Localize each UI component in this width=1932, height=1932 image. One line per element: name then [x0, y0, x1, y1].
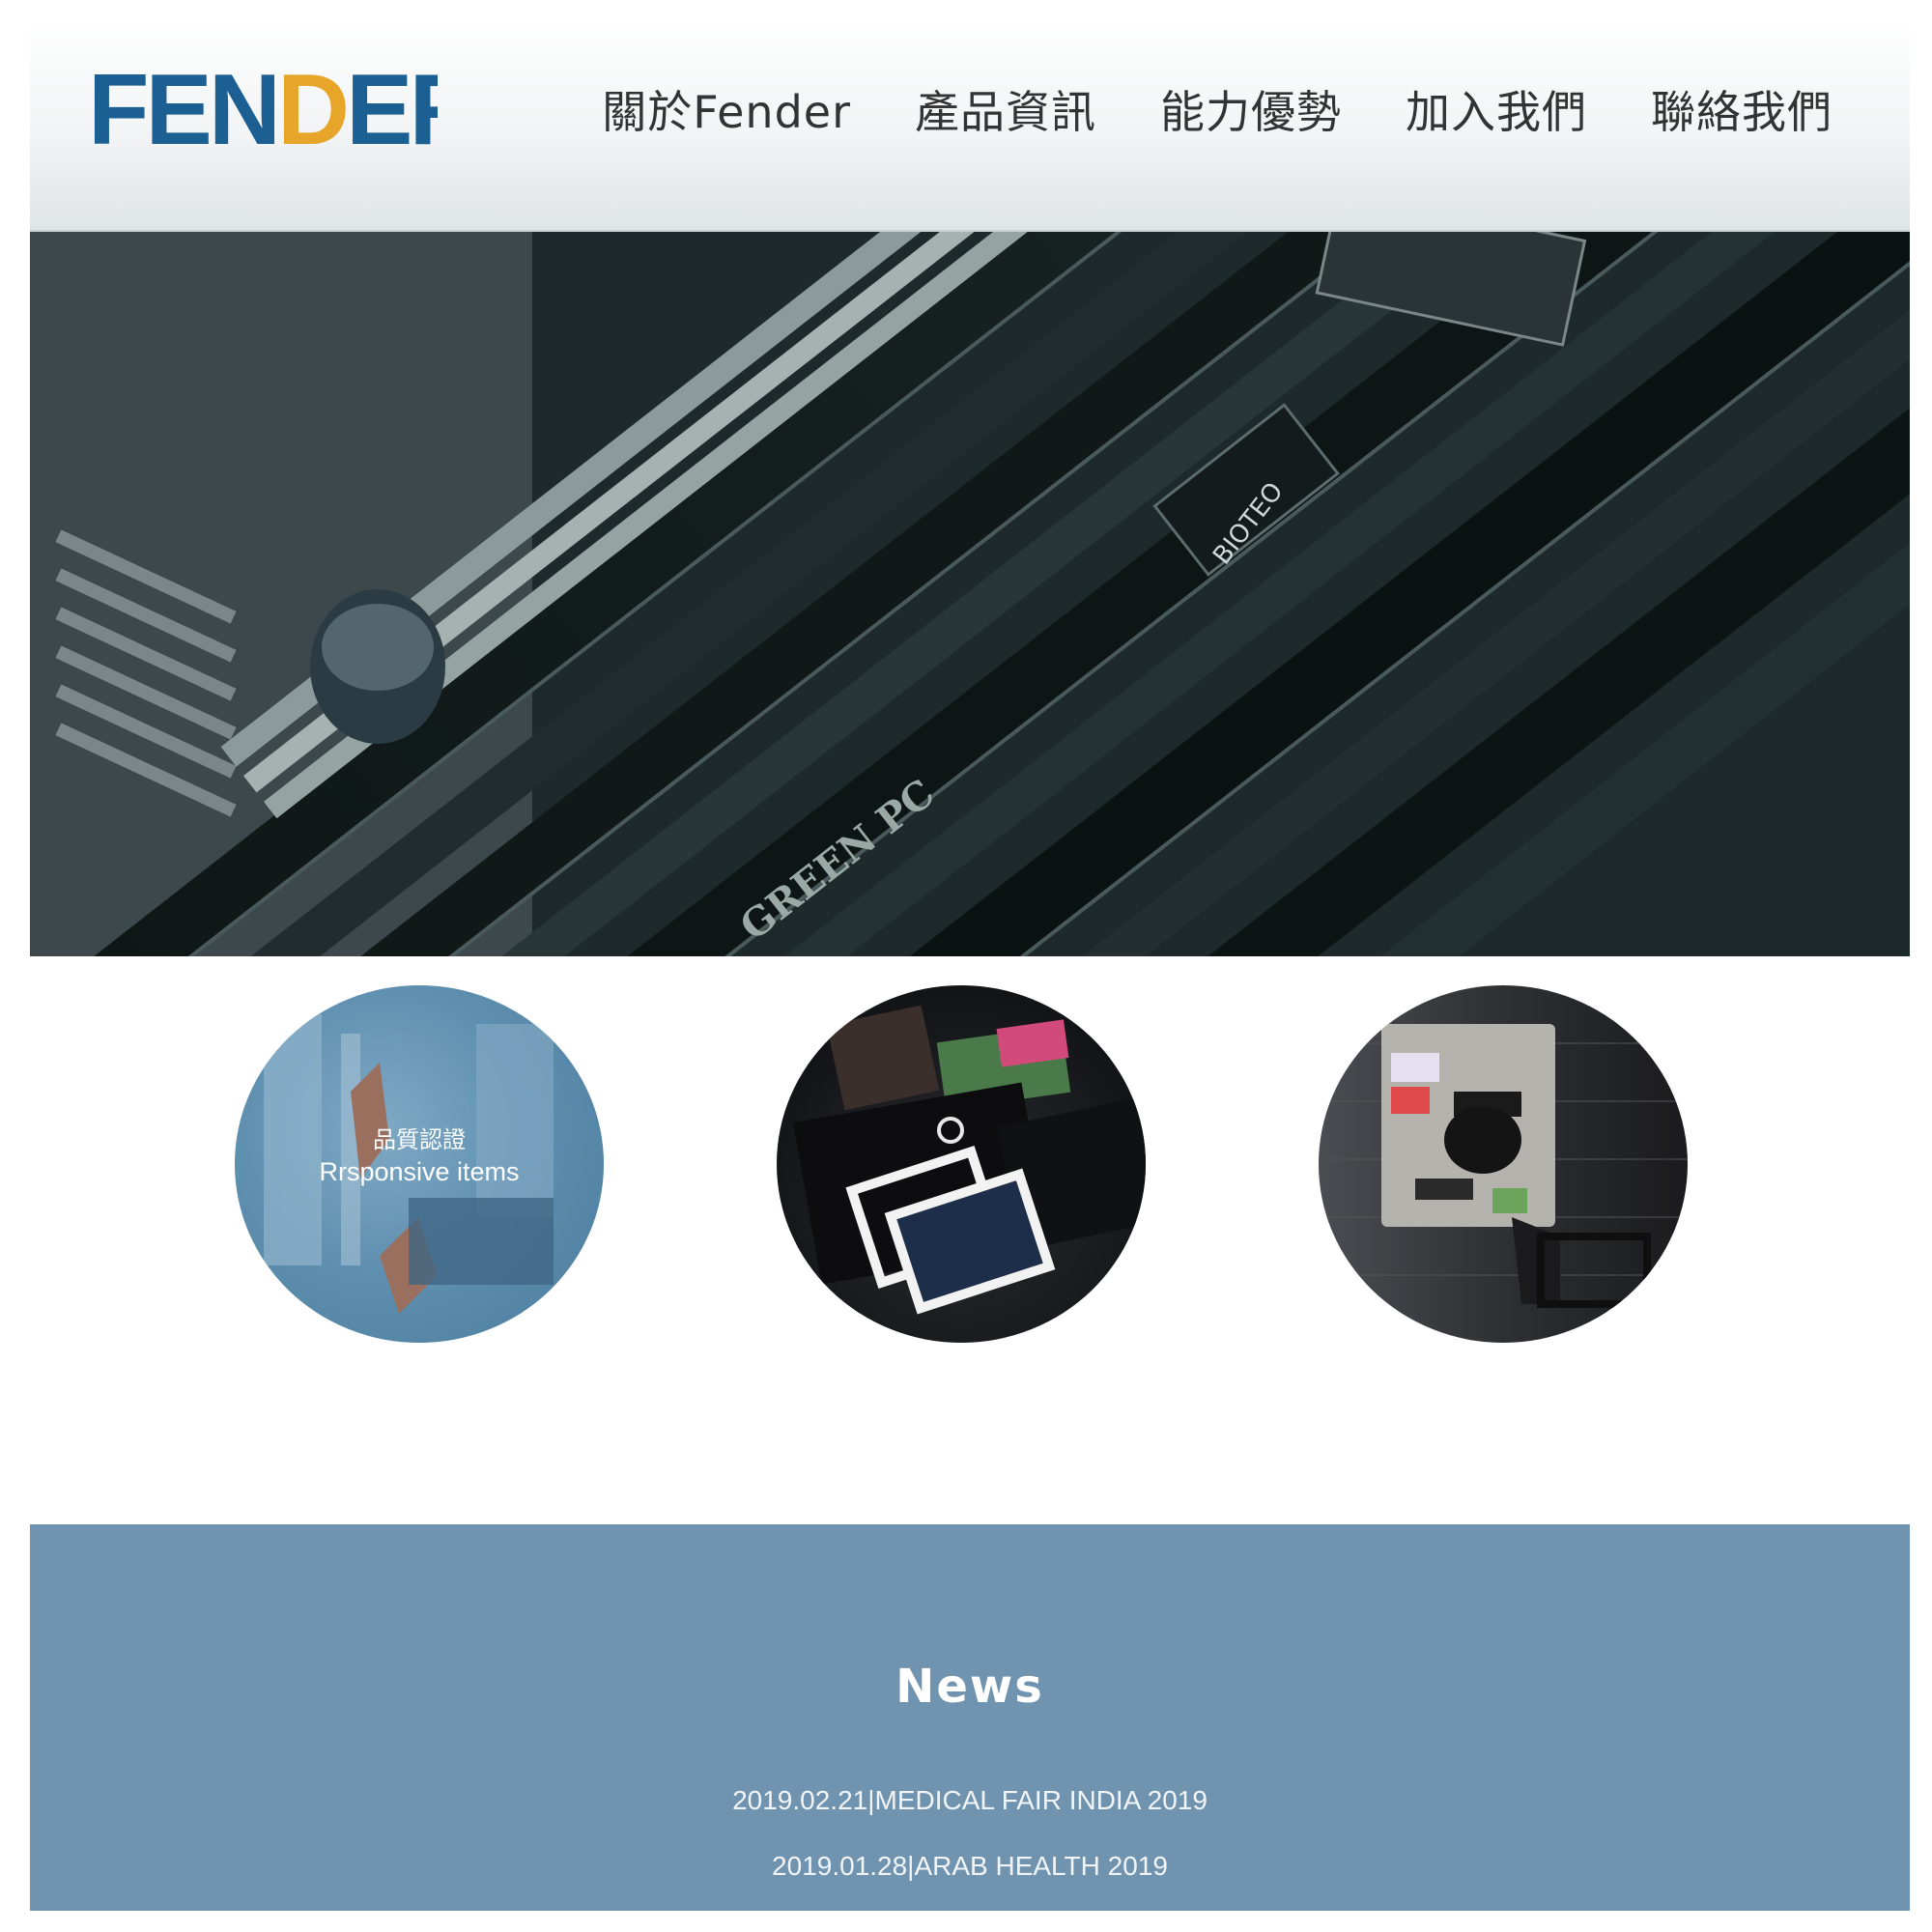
- feature-circles: 品質認證 Rrsponsive items: [30, 985, 1910, 1352]
- feature-circle-quality[interactable]: 品質認證 Rrsponsive items: [235, 985, 604, 1343]
- site-header: FENDER 關於Fender 產品資訊 能力優勢 加入我們 聯絡我們: [30, 29, 1910, 230]
- nav-capabilities[interactable]: 能力優勢: [1160, 77, 1342, 141]
- hero-banner: BIOTEO GREEN PC FENDER 關於Fender 產品資訊: [30, 29, 1910, 956]
- feature-subtitle: Rrsponsive items: [319, 1157, 520, 1186]
- nav-about[interactable]: 關於Fender: [602, 77, 851, 141]
- news-section: News 2019.02.21|MEDICAL FAIR INDIA 2019 …: [30, 1524, 1910, 1911]
- feature-circle-stickers[interactable]: [777, 985, 1146, 1343]
- svg-text:FENDER: FENDER: [88, 59, 438, 156]
- news-item[interactable]: 2019.02.21|MEDICAL FAIR INDIA 2019: [30, 1785, 1910, 1816]
- news-item[interactable]: 2019.01.28|ARAB HEALTH 2019: [30, 1851, 1910, 1882]
- news-title: News: [895, 1660, 1044, 1714]
- main-nav: 關於Fender 產品資訊 能力優勢 加入我們 聯絡我們: [602, 77, 1833, 141]
- logo-wordmark: FENDER: [88, 59, 438, 156]
- feature-circle-laptop[interactable]: [1319, 985, 1688, 1343]
- nav-products[interactable]: 產品資訊: [915, 77, 1096, 141]
- feature-title: 品質認證: [373, 1126, 466, 1153]
- stickers-image: [793, 1005, 1146, 1315]
- nav-careers[interactable]: 加入我們: [1406, 77, 1587, 141]
- fender-logo[interactable]: FENDER: [88, 54, 438, 160]
- laptop-image: [1319, 1024, 1688, 1308]
- nav-contact[interactable]: 聯絡我們: [1651, 77, 1833, 141]
- page: BIOTEO GREEN PC FENDER 關於Fender 產品資訊: [30, 29, 1910, 1911]
